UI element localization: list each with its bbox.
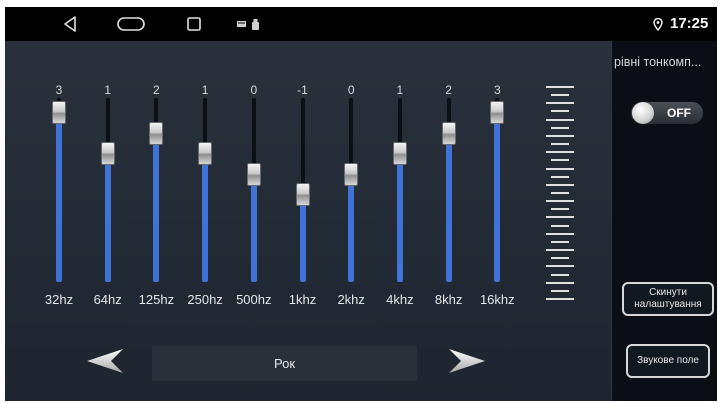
scale-tick (551, 208, 569, 211)
scale-tick (546, 265, 574, 268)
scale-tick (551, 192, 569, 194)
scale-tick (546, 281, 574, 284)
loudness-title: рівні тонкомп... (614, 55, 702, 69)
scale-tick (551, 159, 569, 162)
eq-band-value: 3 (55, 83, 63, 97)
eq-slider-thumb[interactable] (392, 142, 407, 165)
side-panel: рівні тонкомп... OFF Скинути налаштуванн… (611, 41, 717, 401)
scale-tick (551, 257, 569, 260)
scale-tick (551, 289, 569, 292)
eq-slider-fill (104, 154, 111, 282)
eq-slider-thumb[interactable] (198, 142, 213, 165)
scale-tick (546, 118, 574, 121)
status-bar: 17:25 (5, 7, 717, 41)
location-icon (653, 7, 663, 41)
loudness-toggle[interactable]: OFF (630, 101, 704, 125)
sound-field-button[interactable]: Звукове поле (626, 344, 710, 378)
scale-tick (546, 151, 574, 154)
car-audio-screen: 17:25 3 32hz 1 64hz 2 125hz 1 250hz 0 500hz -1 1khz… (5, 7, 717, 401)
eq-slider-thumb[interactable] (344, 162, 359, 186)
scale-tick (546, 249, 574, 252)
recent-apps-icon[interactable] (181, 7, 207, 41)
eq-band-64hz[interactable]: 1 64hz (88, 41, 128, 321)
eq-band-value: -1 (297, 83, 308, 97)
eq-band-label: 16khz (479, 292, 515, 307)
keyboard-icon (237, 21, 246, 27)
eq-band-value: 1 (201, 83, 209, 97)
eq-slider-fill (250, 174, 257, 282)
scale-tick (546, 232, 574, 235)
preset-name[interactable]: Рок (152, 346, 417, 381)
eq-slider-thumb[interactable] (246, 162, 261, 186)
eq-band-125hz[interactable]: 2 125hz (136, 41, 176, 321)
eq-band-value: 1 (104, 83, 112, 97)
eq-band-value: 2 (153, 83, 160, 97)
home-icon[interactable] (113, 7, 149, 41)
eq-band-value: 0 (250, 83, 258, 97)
eq-band-value: 2 (445, 83, 452, 97)
eq-band-4khz[interactable]: 1 4khz (380, 41, 420, 321)
eq-slider-fill (202, 154, 209, 282)
eq-slider-thumb[interactable] (295, 183, 310, 206)
eq-band-value: 3 (493, 83, 501, 97)
eq-slider-thumb[interactable] (52, 101, 66, 124)
scale-tick (551, 273, 569, 276)
eq-band-32hz[interactable]: 3 32hz (39, 41, 79, 321)
eq-slider-fill (348, 174, 355, 282)
eq-slider-fill (153, 133, 160, 282)
scale-tick (546, 200, 574, 203)
reset-settings-button[interactable]: Скинути налаштування (622, 282, 714, 316)
scale-tick (551, 224, 569, 227)
toggle-knob (632, 102, 654, 124)
scale-tick (551, 143, 569, 146)
scale-tick (546, 216, 574, 219)
back-icon[interactable] (57, 7, 83, 41)
eq-slider-fill (445, 133, 452, 282)
scale-tick (546, 102, 574, 105)
previous-preset-arrow-icon[interactable] (83, 344, 127, 378)
eq-band-1khz[interactable]: -1 1khz (283, 41, 323, 321)
eq-band-500hz[interactable]: 0 500hz (234, 41, 274, 321)
toggle-label: OFF (667, 106, 691, 120)
eq-slider-thumb[interactable] (441, 121, 456, 145)
eq-band-value: 1 (396, 83, 404, 97)
eq-band-16khz[interactable]: 3 16khz (477, 41, 517, 321)
equalizer-area: 3 32hz 1 64hz 2 125hz 1 250hz 0 500hz -1 1khz 0 2khz 1… (5, 41, 611, 401)
usb-storage-icon (252, 18, 259, 30)
eq-band-value: 0 (347, 83, 355, 97)
scale-tick (546, 167, 574, 170)
scale-tick (551, 175, 569, 178)
scale-tick (551, 94, 569, 97)
scale-tick (546, 134, 574, 137)
scale-tick (551, 110, 569, 113)
clock: 17:25 (670, 15, 709, 32)
scale-tick (551, 240, 569, 243)
scale-tick (546, 183, 574, 186)
next-preset-arrow-icon[interactable] (445, 344, 489, 378)
eq-slider-thumb[interactable] (149, 121, 164, 145)
notification-icons (237, 7, 259, 41)
eq-slider-fill (56, 113, 62, 282)
scale-tick (546, 298, 574, 300)
eq-slider-thumb[interactable] (100, 142, 115, 165)
eq-slider-fill (494, 113, 501, 282)
scale-tick (546, 86, 574, 88)
level-scale (545, 86, 575, 301)
eq-band-8khz[interactable]: 2 8khz (429, 41, 469, 321)
scale-tick (551, 126, 569, 129)
eq-slider-fill (299, 195, 306, 282)
eq-band-250hz[interactable]: 1 250hz (185, 41, 225, 321)
eq-slider-thumb[interactable] (490, 101, 505, 124)
eq-slider-fill (396, 154, 403, 282)
eq-band-2khz[interactable]: 0 2khz (331, 41, 371, 321)
